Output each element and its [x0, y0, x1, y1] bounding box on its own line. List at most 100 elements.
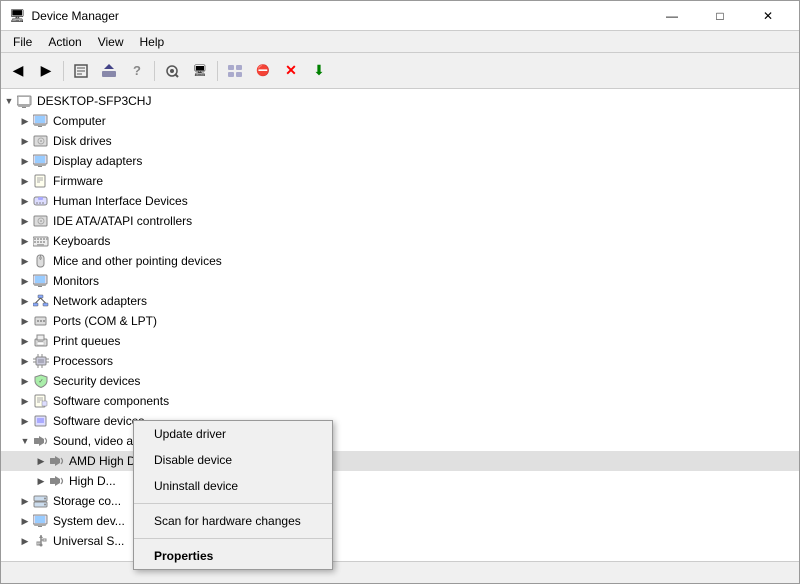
tree-item-storage[interactable]: ▶ Storage co... [1, 491, 799, 511]
monitors-icon [33, 273, 49, 289]
toolbar-separator-3 [217, 61, 218, 81]
download-button[interactable]: ⬇ [306, 58, 332, 84]
high-def-label: High D... [69, 474, 116, 488]
tree-item-print[interactable]: ▶ Print queues [1, 331, 799, 351]
tree-item-display[interactable]: ▶ Display adapters [1, 151, 799, 171]
print-expand-icon: ▶ [17, 333, 33, 349]
tree-item-system[interactable]: ▶ System dev... [1, 511, 799, 531]
tree-item-software-devices[interactable]: ▶ Software devices [1, 411, 799, 431]
tree-item-monitors[interactable]: ▶ Monitors [1, 271, 799, 291]
keyboard-icon [33, 233, 49, 249]
tree-item-firmware[interactable]: ▶ Firmware [1, 171, 799, 191]
context-menu-uninstall-device[interactable]: Uninstall device [134, 473, 332, 499]
ide-expand-icon: ▶ [17, 213, 33, 229]
network-label: Network adapters [53, 294, 147, 308]
close-button[interactable]: ✕ [745, 1, 791, 31]
context-menu-disable-device[interactable]: Disable device [134, 447, 332, 473]
security-label: Security devices [53, 374, 140, 388]
device-tree[interactable]: ▼ DESKTOP-SFP3CHJ ▶ Computer ▶ Disk driv… [1, 89, 799, 561]
disable-button[interactable]: ⛔ [250, 58, 276, 84]
menu-view[interactable]: View [90, 33, 132, 51]
monitors-expand-icon: ▶ [17, 273, 33, 289]
computer-expand-icon: ▶ [17, 113, 33, 129]
tree-item-ports[interactable]: ▶ Ports (COM & LPT) [1, 311, 799, 331]
context-menu-properties[interactable]: Properties [134, 543, 332, 569]
context-menu-update-driver[interactable]: Update driver [134, 421, 332, 447]
menu-help[interactable]: Help [132, 33, 173, 51]
menu-action[interactable]: Action [40, 33, 89, 51]
processors-expand-icon: ▶ [17, 353, 33, 369]
security-icon: ✓ [33, 373, 49, 389]
usb-expand-icon: ▶ [17, 533, 33, 549]
root-expand-icon: ▼ [1, 93, 17, 109]
tree-item-sound[interactable]: ▼ Sound, video and game controllers [1, 431, 799, 451]
status-bar [1, 561, 799, 583]
tree-item-computer[interactable]: ▶ Computer [1, 111, 799, 131]
uninstall-button[interactable]: ✕ [278, 58, 304, 84]
context-menu: Update driver Disable device Uninstall d… [133, 420, 333, 570]
sound-icon [33, 433, 49, 449]
context-menu-separator-1 [134, 503, 332, 504]
tree-item-disk[interactable]: ▶ Disk drives [1, 131, 799, 151]
tree-item-software[interactable]: ▶ Software components [1, 391, 799, 411]
toolbar: ◀ ▶ ? 🖥 ⛔ ✕ ⬇ [1, 53, 799, 89]
high-def-expand-icon: ▶ [33, 473, 49, 489]
disk-expand-icon: ▶ [17, 133, 33, 149]
tree-item-high-def[interactable]: ▶ High D... [1, 471, 799, 491]
tree-root[interactable]: ▼ DESKTOP-SFP3CHJ [1, 91, 799, 111]
display-icon [33, 153, 49, 169]
minimize-button[interactable]: — [649, 1, 695, 31]
sound-expand-icon: ▼ [17, 433, 33, 449]
processors-label: Processors [53, 354, 113, 368]
tree-item-network[interactable]: ▶ Network adapters [1, 291, 799, 311]
tree-item-amd-audio[interactable]: ▶ AMD High Definition Audio De... [1, 451, 799, 471]
mice-icon [33, 253, 49, 269]
hid-expand-icon: ▶ [17, 193, 33, 209]
software-devices-expand-icon: ▶ [17, 413, 33, 429]
scan-changes-button[interactable] [159, 58, 185, 84]
usb-icon [33, 533, 49, 549]
processors-icon [33, 353, 49, 369]
tree-item-mice[interactable]: ▶ Mice and other pointing devices [1, 251, 799, 271]
print-label: Print queues [53, 334, 120, 348]
network-icon [33, 293, 49, 309]
svg-text:✓: ✓ [38, 379, 43, 385]
window-icon: 🖥 [9, 8, 26, 24]
tree-item-ide[interactable]: ▶ IDE ATA/ATAPI controllers [1, 211, 799, 231]
disk-label: Disk drives [53, 134, 112, 148]
high-def-icon [49, 473, 65, 489]
software-label: Software components [53, 394, 169, 408]
maximize-button[interactable]: □ [697, 1, 743, 31]
tree-item-keyboard[interactable]: ▶ Keyboards [1, 231, 799, 251]
hid-label: Human Interface Devices [53, 194, 188, 208]
tree-item-usb[interactable]: ▶ Universal S... [1, 531, 799, 551]
title-bar-controls: — □ ✕ [649, 1, 791, 31]
help-button[interactable]: ? [124, 58, 150, 84]
usb-label: Universal S... [53, 534, 124, 548]
software-devices-icon [33, 413, 49, 429]
menu-file[interactable]: File [5, 33, 40, 51]
title-bar-left: 🖥 Device Manager [9, 8, 119, 24]
tree-item-processors[interactable]: ▶ Processors [1, 351, 799, 371]
root-icon [17, 93, 33, 109]
tree-item-security[interactable]: ▶ ✓ Security devices [1, 371, 799, 391]
keyboard-expand-icon: ▶ [17, 233, 33, 249]
properties-button[interactable] [68, 58, 94, 84]
window-title: Device Manager [32, 9, 119, 23]
mice-label: Mice and other pointing devices [53, 254, 222, 268]
disk-icon [33, 133, 49, 149]
ports-label: Ports (COM & LPT) [53, 314, 157, 328]
computer-view-button[interactable]: 🖥 [187, 58, 213, 84]
monitors-label: Monitors [53, 274, 99, 288]
forward-button[interactable]: ▶ [33, 58, 59, 84]
update-driver-button[interactable] [96, 58, 122, 84]
devices-type-button[interactable] [222, 58, 248, 84]
security-expand-icon: ▶ [17, 373, 33, 389]
tree-item-hid[interactable]: ▶ Human Interface Devices [1, 191, 799, 211]
keyboard-label: Keyboards [53, 234, 110, 248]
system-expand-icon: ▶ [17, 513, 33, 529]
amd-expand-icon: ▶ [33, 453, 49, 469]
context-menu-scan-changes[interactable]: Scan for hardware changes [134, 508, 332, 534]
back-button[interactable]: ◀ [5, 58, 31, 84]
network-expand-icon: ▶ [17, 293, 33, 309]
